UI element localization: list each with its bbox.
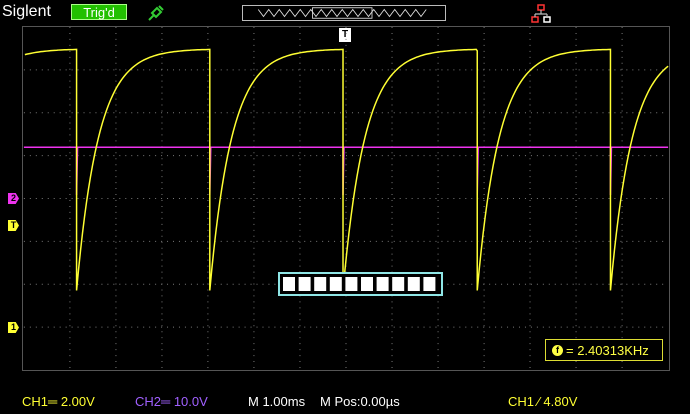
bottom-status-bar: CH1═ 2.00V CH2═ 10.0V M 1.00ms M Pos:0.0…	[0, 384, 690, 414]
progress-segment	[314, 277, 327, 291]
ch2-scale[interactable]: CH2═ 10.0V	[135, 394, 208, 409]
progress-segment	[329, 277, 342, 291]
frequency-readout: f = 2.40313KHz	[545, 339, 663, 361]
ch1-offset-marker[interactable]: 1	[8, 322, 19, 333]
memory-position[interactable]: M Pos:0.00µs	[320, 394, 400, 409]
acquisition-progress-bar	[278, 272, 443, 296]
progress-segment	[376, 277, 389, 291]
ch1-trace	[24, 48, 669, 291]
probe-icon	[148, 5, 164, 21]
waveform-display	[22, 26, 670, 371]
graticule	[23, 27, 669, 370]
frequency-icon: f	[552, 345, 563, 356]
frequency-value: = 2.40313KHz	[566, 343, 649, 358]
progress-segment	[298, 277, 311, 291]
network-icon	[531, 4, 551, 23]
top-status-bar: Siglent Trig'd T	[0, 0, 690, 42]
trigger-level-marker[interactable]: T	[8, 220, 19, 231]
memory-waveform-icon	[242, 5, 446, 21]
ch1-scale[interactable]: CH1═ 2.00V	[22, 394, 95, 409]
ch2-offset-marker[interactable]: 2	[8, 193, 19, 204]
progress-segment	[361, 277, 373, 291]
progress-segment	[392, 277, 405, 291]
timebase[interactable]: M 1.00ms	[248, 394, 305, 409]
trigger-status-badge: Trig'd	[71, 4, 127, 20]
trigger-setting[interactable]: CH1 ∕ 4.80V	[508, 394, 577, 409]
brand-label: Siglent	[2, 3, 51, 20]
progress-segment	[283, 277, 295, 291]
progress-segment	[345, 277, 358, 291]
progress-segment	[423, 277, 436, 291]
progress-segment	[407, 277, 420, 291]
